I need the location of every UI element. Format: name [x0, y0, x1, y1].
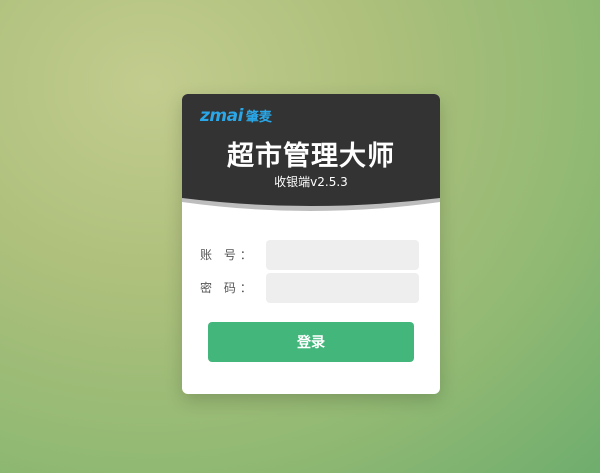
account-input[interactable] — [266, 240, 419, 270]
password-row: 密 码： — [182, 273, 440, 303]
password-label: 密 码： — [200, 281, 256, 295]
login-button[interactable]: 登录 — [208, 322, 414, 362]
brand-logo-chinese: 肇麦 — [245, 110, 272, 125]
card-header: zmai 肇麦 超市管理大师 收银端v2.5.3 — [182, 94, 440, 216]
brand-logo-latin: zmai — [200, 106, 243, 126]
account-label: 账 号： — [200, 248, 256, 262]
account-row: 账 号： — [182, 240, 440, 270]
app-version: 收银端v2.5.3 — [274, 175, 348, 189]
password-input[interactable] — [266, 273, 419, 303]
app-title: 超市管理大师 — [227, 141, 395, 172]
login-card: zmai 肇麦 超市管理大师 收银端v2.5.3 账 号： 密 码： 登录 — [182, 94, 440, 394]
brand-logo: zmai 肇麦 — [200, 106, 272, 126]
